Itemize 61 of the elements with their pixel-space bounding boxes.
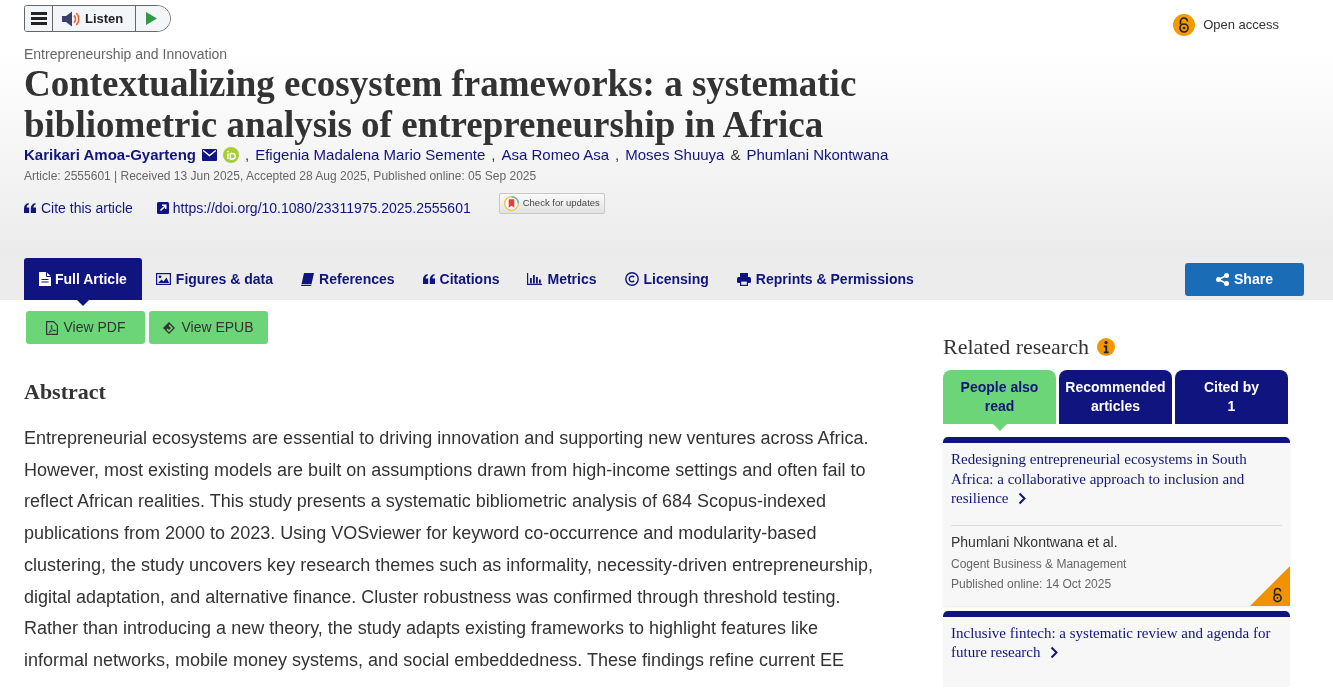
bookmark-ring-icon	[503, 195, 519, 211]
menu-icon	[30, 12, 47, 25]
author-link[interactable]: Moses Shuuya	[625, 145, 725, 165]
file-icon	[39, 272, 51, 286]
pointer-icon	[76, 300, 89, 306]
related-article-date: Published online: 14 Oct 2025	[951, 575, 1113, 593]
author-separator: ,	[615, 145, 620, 165]
author-link[interactable]: Efigenia Madalena Mario Semente	[255, 145, 486, 165]
section-tab[interactable]: Metrics	[513, 258, 611, 300]
abstract-heading: Abstract	[24, 378, 107, 406]
section-tab[interactable]: Citations	[408, 258, 514, 300]
image-icon	[155, 273, 171, 285]
article-section-label: Entrepreneurship and Innovation	[24, 45, 229, 63]
view-pdf-button[interactable]: View PDF	[26, 311, 145, 344]
chevron-right-icon	[1050, 646, 1059, 659]
section-tab[interactable]: References	[287, 258, 409, 300]
related-article-journal: Cogent Business & Management	[951, 555, 1128, 573]
share-button[interactable]: Share	[1185, 262, 1304, 296]
speaker-icon	[61, 10, 80, 27]
open-access-label: Open access	[1203, 16, 1279, 35]
envelope-icon	[202, 149, 217, 161]
printer-icon	[736, 272, 751, 286]
doi-link[interactable]: https://doi.org/10.1080/23311975.2025.2555601	[156, 197, 471, 219]
menu-button[interactable]	[25, 6, 53, 31]
author-link[interactable]: Asa Romeo Asa	[501, 145, 610, 165]
quote-icon	[24, 203, 36, 213]
listen-button[interactable]: Listen	[53, 6, 137, 31]
publication-meta: Article: 2555601 | Received 13 Jun 2025, Accepted 28 Aug 2025, Published online: 05 Sep 2025	[24, 168, 538, 184]
bar-chart-icon	[527, 273, 543, 285]
author-link[interactable]: Phumlani Nkontwana	[746, 145, 889, 165]
related-article-authors: Phumlani Nkontwana et al.	[951, 532, 1119, 552]
quote-icon	[422, 274, 435, 284]
abstract-text: Entrepreneurial ecosystems are essential to driving innovation and supporting new ventures across Africa. However, most existing models are built on assumptions drawn from high-income settings and often fail to reflect African realities. This study presents a systematic bibliometric analysis of 684 Scopus-indexed publications from 2000 to 2023. Using VOSviewer for keyword co-occurrence and modularity-based clustering, the study uncovers key research themes such as informality, necessity-driven entrepreneurship, digital adaptation, and alternative finance. Cluster robustness was confirmed through threshold testing. Rather than introducing a new theory, the study adapts existing frameworks to highlight features like informal networks, mobile money systems, and social embeddedness. These findings refine current EE	[24, 427, 875, 672]
pointer-icon	[992, 424, 1007, 431]
view-epub-button[interactable]: View EPUB	[149, 311, 268, 344]
related-research-heading: Related research	[943, 333, 1089, 361]
section-tab[interactable]: Reprints & Permissions	[722, 258, 928, 300]
related-tab[interactable]: Cited by 1	[1175, 370, 1288, 424]
info-icon	[1096, 338, 1115, 356]
play-icon	[146, 12, 158, 25]
share-icon	[1216, 272, 1230, 286]
padlock-icon	[1173, 14, 1196, 36]
article-title: Contextualizing ecosystem frameworks: a systematic bibliometric analysis of entrepreneurship in Africa	[24, 63, 858, 145]
section-tab[interactable]: Licensing	[610, 258, 723, 300]
pdf-file-icon	[45, 320, 58, 335]
related-tab[interactable]: Recommended articles	[1059, 370, 1172, 424]
section-tab[interactable]: Figures & data	[141, 258, 288, 300]
external-link-icon	[156, 202, 169, 214]
author-link[interactable]: Karikari Amoa-Gyarteng	[24, 145, 196, 165]
related-article-link[interactable]: Inclusive fintech: a systematic review and agenda for future research	[951, 623, 1282, 663]
related-article-link[interactable]: Redesigning entrepreneurial ecosystems in South Africa: a collaborative approach to inclusion and resilience	[951, 450, 1282, 509]
copyright-icon	[624, 272, 639, 286]
diamond-icon	[163, 321, 176, 334]
cite-link[interactable]: Cite this article	[24, 197, 133, 219]
play-button[interactable]	[136, 6, 171, 31]
author-separator: &	[730, 145, 741, 165]
check-for-updates-button[interactable]: Check for updates	[498, 192, 605, 214]
author-separator: ,	[245, 145, 250, 165]
chevron-right-icon	[1018, 492, 1027, 505]
book-icon	[301, 272, 315, 286]
author-separator: ,	[491, 145, 496, 165]
